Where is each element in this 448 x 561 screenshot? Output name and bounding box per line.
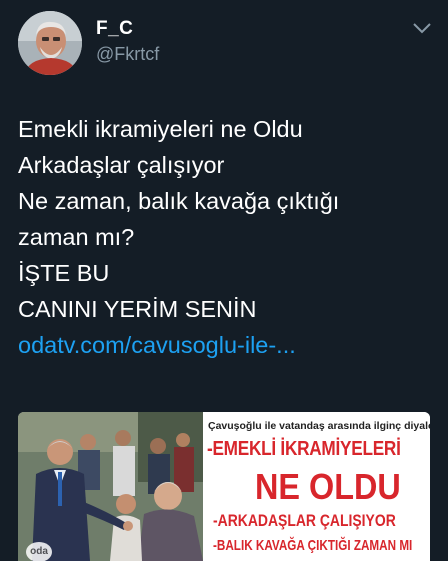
tweet-line: Arkadaşlar çalışıyor: [18, 152, 225, 178]
avatar[interactable]: [18, 11, 82, 75]
headline-line: -BALIK KAVAĞA ÇIKTIĞI ZAMAN MI: [213, 537, 413, 554]
display-name[interactable]: F_C: [96, 18, 133, 40]
tweet-line: Ne zaman, balık kavağa çıktığı: [18, 188, 340, 214]
user-handle[interactable]: @Fkrtcf: [96, 44, 159, 65]
card-caption: Çavuşoğlu ile vatandaş arasında ilginç d…: [208, 420, 430, 432]
headline-line: -ARKADAŞLAR ÇALIŞIYOR: [213, 511, 396, 530]
tweet-text: Emekli ikramiyeleri ne Oldu Arkadaşlar ç…: [18, 111, 438, 363]
headline-main: NE OLDU: [255, 466, 401, 507]
headline-line: -EMEKLİ İKRAMİYELERİ: [207, 438, 401, 460]
tweet-line: CANINI YERİM SENİN: [18, 296, 257, 322]
media-card[interactable]: oda Çavuşoğlu ile vatandaş arasında ilgi…: [18, 412, 430, 561]
tweet-line: İŞTE BU: [18, 260, 110, 286]
tweet-line: zaman mı?: [18, 224, 135, 250]
tweet-link[interactable]: odatv.com/cavusoglu-ile-...: [18, 327, 438, 363]
headline-panel: Çavuşoğlu ile vatandaş arasında ilginç d…: [203, 412, 430, 561]
chevron-down-icon[interactable]: [411, 20, 433, 36]
news-photo: [18, 412, 203, 561]
watermark-logo: oda: [26, 542, 52, 561]
tweet-line: Emekli ikramiyeleri ne Oldu: [18, 116, 303, 142]
tweet-card: F_C @Fkrtcf Emekli ikramiyeleri ne Oldu …: [0, 0, 448, 561]
